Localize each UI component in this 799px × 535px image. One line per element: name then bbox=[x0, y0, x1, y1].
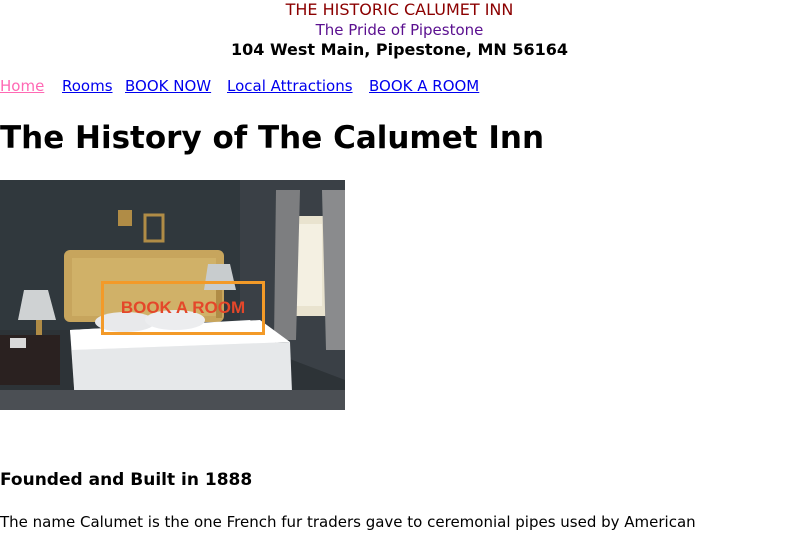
site-address: 104 West Main, Pipestone, MN 56164 bbox=[231, 40, 568, 59]
site-subtitle: The Pride of Pipestone bbox=[315, 21, 484, 39]
nav-link-book-now[interactable]: BOOK NOW bbox=[125, 76, 211, 96]
history-paragraph: The name Calumet is the one French fur t… bbox=[0, 513, 696, 531]
page-title: The History of The Calumet Inn bbox=[0, 120, 545, 156]
nav-link-local-attractions[interactable]: Local Attractions bbox=[227, 76, 353, 96]
nav-link-home[interactable]: Home bbox=[0, 76, 44, 96]
book-a-room-overlay-button[interactable]: BOOK A ROOM bbox=[101, 281, 265, 335]
section-heading: Founded and Built in 1888 bbox=[0, 470, 253, 490]
nav-link-book-a-room[interactable]: BOOK A ROOM bbox=[369, 76, 479, 96]
nav-link-rooms[interactable]: Rooms bbox=[62, 76, 113, 96]
site-title: THE HISTORIC CALUMET INN bbox=[285, 0, 514, 19]
hero-room-image[interactable]: BOOK A ROOM bbox=[0, 180, 345, 410]
